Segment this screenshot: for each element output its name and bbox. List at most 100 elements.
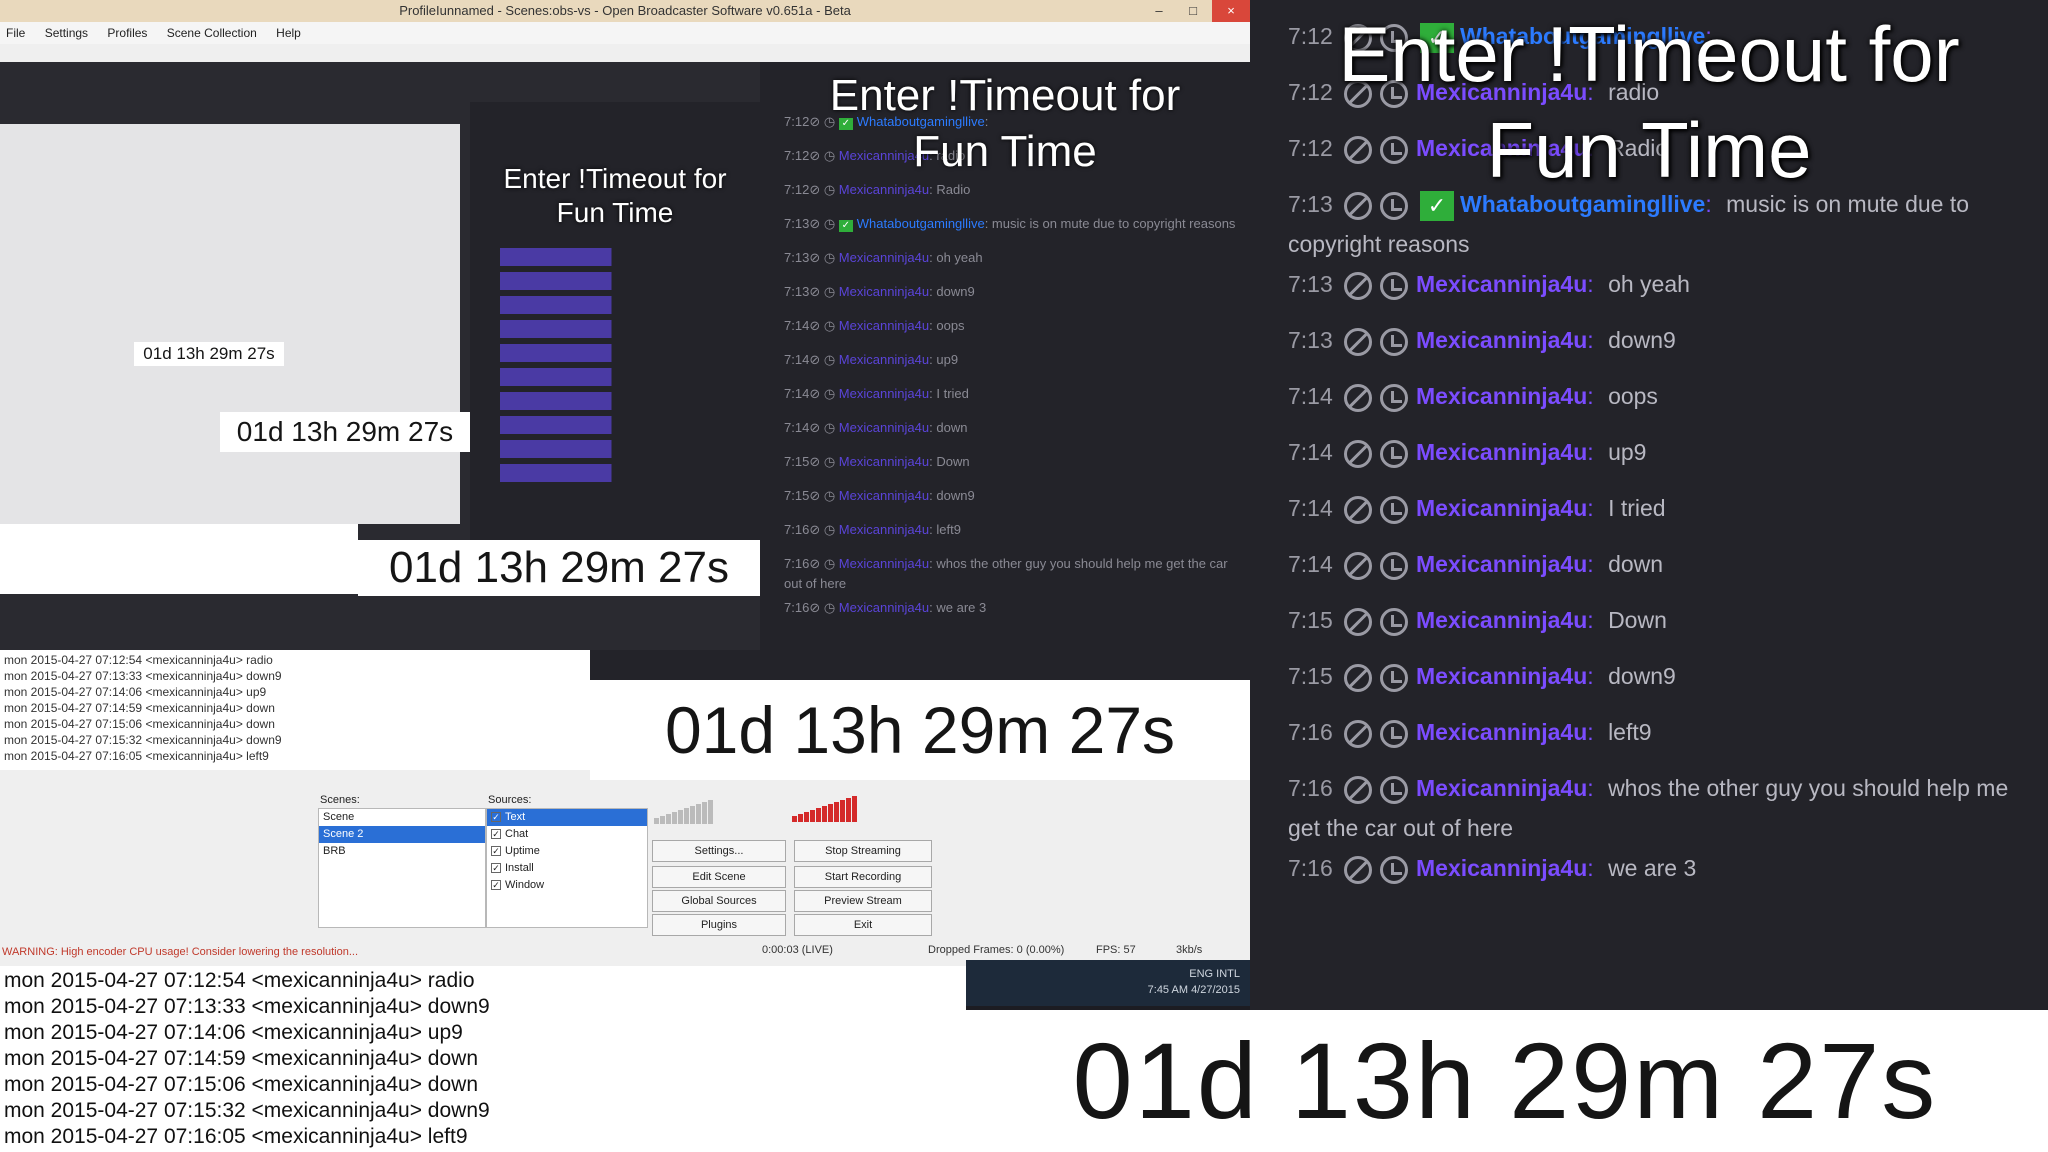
ban-icon[interactable]: [1344, 719, 1372, 748]
menu-profiles[interactable]: Profiles: [107, 26, 147, 40]
plugins-button[interactable]: Plugins: [652, 914, 786, 936]
mod-icons[interactable]: ⊘ ◷: [809, 600, 838, 615]
sources-list[interactable]: ✓ Text ✓ Chat ✓ Uptime ✓ Install ✓ Window: [486, 808, 648, 928]
checkbox-icon[interactable]: ✓: [491, 846, 501, 857]
chat-username[interactable]: Mexicanninja4u: [1416, 135, 1587, 161]
mod-icons[interactable]: ⊘ ◷: [809, 284, 838, 299]
ban-icon[interactable]: [1344, 23, 1372, 52]
ban-icon[interactable]: [1344, 191, 1372, 220]
chat-username[interactable]: Mexicanninja4u: [1416, 327, 1587, 353]
checkbox-icon[interactable]: ✓: [491, 863, 501, 874]
chat-username[interactable]: Mexicanninja4u: [1416, 439, 1587, 465]
chat-username[interactable]: Mexicanninja4u: [839, 522, 929, 537]
mod-icons[interactable]: ⊘ ◷: [809, 250, 838, 265]
chat-username[interactable]: Mexicanninja4u: [839, 488, 929, 503]
mod-icons[interactable]: ⊘ ◷: [809, 216, 838, 231]
chat-username[interactable]: Whataboutgamingllive: [1460, 23, 1705, 49]
chat-username[interactable]: Mexicanninja4u: [839, 556, 929, 571]
scene-item[interactable]: Scene: [319, 809, 485, 826]
ban-icon[interactable]: [1344, 271, 1372, 300]
checkbox-icon[interactable]: ✓: [491, 880, 501, 891]
global-sources-button[interactable]: Global Sources: [652, 890, 786, 912]
chat-username[interactable]: Mexicanninja4u: [839, 284, 929, 299]
ban-icon[interactable]: [1344, 135, 1372, 164]
chat-username[interactable]: Mexicanninja4u: [1416, 551, 1587, 577]
minimize-button[interactable]: –: [1144, 0, 1174, 22]
timeout-icon[interactable]: [1380, 775, 1408, 804]
ban-icon[interactable]: [1344, 79, 1372, 108]
menu-scene-collection[interactable]: Scene Collection: [167, 26, 257, 40]
close-button[interactable]: ×: [1212, 0, 1250, 22]
source-item[interactable]: ✓ Window: [487, 877, 647, 894]
timeout-icon[interactable]: [1380, 663, 1408, 692]
source-item[interactable]: ✓ Install: [487, 860, 647, 877]
timeout-icon[interactable]: [1380, 383, 1408, 412]
source-item[interactable]: ✓ Uptime: [487, 843, 647, 860]
ban-icon[interactable]: [1344, 383, 1372, 412]
chat-username[interactable]: Whataboutgamingllive: [1460, 191, 1705, 217]
checkbox-icon[interactable]: ✓: [491, 829, 501, 840]
chat-username[interactable]: Mexicanninja4u: [1416, 607, 1587, 633]
timeout-icon[interactable]: [1380, 855, 1408, 884]
timeout-icon[interactable]: [1380, 23, 1408, 52]
menu-file[interactable]: File: [6, 26, 25, 40]
timeout-icon[interactable]: [1380, 271, 1408, 300]
mod-icons[interactable]: ⊘ ◷: [809, 488, 838, 503]
timeout-icon[interactable]: [1380, 495, 1408, 524]
mic-volume-meter[interactable]: [792, 796, 858, 822]
ban-icon[interactable]: [1344, 551, 1372, 580]
menu-settings[interactable]: Settings: [45, 26, 88, 40]
timeout-icon[interactable]: [1380, 135, 1408, 164]
maximize-button[interactable]: □: [1178, 0, 1208, 22]
mod-icons[interactable]: ⊘ ◷: [809, 454, 838, 469]
ban-icon[interactable]: [1344, 663, 1372, 692]
chat-username[interactable]: Mexicanninja4u: [1416, 79, 1587, 105]
scene-item[interactable]: BRB: [319, 843, 485, 860]
chat-username[interactable]: Mexicanninja4u: [839, 182, 929, 197]
menu-help[interactable]: Help: [276, 26, 301, 40]
stop-streaming-button[interactable]: Stop Streaming: [794, 840, 932, 862]
timeout-icon[interactable]: [1380, 191, 1408, 220]
ban-icon[interactable]: [1344, 495, 1372, 524]
timeout-icon[interactable]: [1380, 439, 1408, 468]
timeout-icon[interactable]: [1380, 327, 1408, 356]
start-recording-button[interactable]: Start Recording: [794, 866, 932, 888]
timeout-icon[interactable]: [1380, 607, 1408, 636]
timeout-icon[interactable]: [1380, 719, 1408, 748]
chat-username[interactable]: Mexicanninja4u: [1416, 271, 1587, 297]
mod-icons[interactable]: ⊘ ◷: [809, 556, 838, 571]
chat-username[interactable]: Whataboutgamingllive: [857, 216, 985, 231]
chat-username[interactable]: Mexicanninja4u: [839, 600, 929, 615]
ban-icon[interactable]: [1344, 855, 1372, 884]
ban-icon[interactable]: [1344, 775, 1372, 804]
mod-icons[interactable]: ⊘ ◷: [809, 318, 838, 333]
ban-icon[interactable]: [1344, 327, 1372, 356]
chat-username[interactable]: Mexicanninja4u: [839, 250, 929, 265]
mod-icons[interactable]: ⊘ ◷: [809, 522, 838, 537]
source-item[interactable]: ✓ Chat: [487, 826, 647, 843]
chat-username[interactable]: Mexicanninja4u: [839, 318, 929, 333]
chat-username[interactable]: Mexicanninja4u: [1416, 855, 1587, 881]
timeout-icon[interactable]: [1380, 551, 1408, 580]
mod-icons[interactable]: ⊘ ◷: [809, 352, 838, 367]
chat-username[interactable]: Mexicanninja4u: [839, 454, 929, 469]
timeout-icon[interactable]: [1380, 79, 1408, 108]
chat-username[interactable]: Mexicanninja4u: [839, 352, 929, 367]
exit-button[interactable]: Exit: [794, 914, 932, 936]
mod-icons[interactable]: ⊘ ◷: [809, 182, 838, 197]
ban-icon[interactable]: [1344, 607, 1372, 636]
chat-username[interactable]: Mexicanninja4u: [1416, 663, 1587, 689]
chat-username[interactable]: Mexicanninja4u: [1416, 383, 1587, 409]
scenes-list[interactable]: Scene Scene 2 BRB: [318, 808, 486, 928]
checkbox-icon[interactable]: ✓: [491, 812, 501, 823]
tray-language[interactable]: ENG INTL: [976, 966, 1240, 982]
tray-clock[interactable]: 7:45 AM 4/27/2015: [976, 982, 1240, 998]
chat-username[interactable]: Mexicanninja4u: [1416, 719, 1587, 745]
desktop-volume-meter[interactable]: [654, 800, 714, 826]
mod-icons[interactable]: ⊘ ◷: [809, 420, 838, 435]
chat-username[interactable]: Mexicanninja4u: [839, 386, 929, 401]
chat-username[interactable]: Mexicanninja4u: [1416, 495, 1587, 521]
chat-username[interactable]: Mexicanninja4u: [839, 420, 929, 435]
ban-icon[interactable]: [1344, 439, 1372, 468]
source-item[interactable]: ✓ Text: [487, 809, 647, 826]
